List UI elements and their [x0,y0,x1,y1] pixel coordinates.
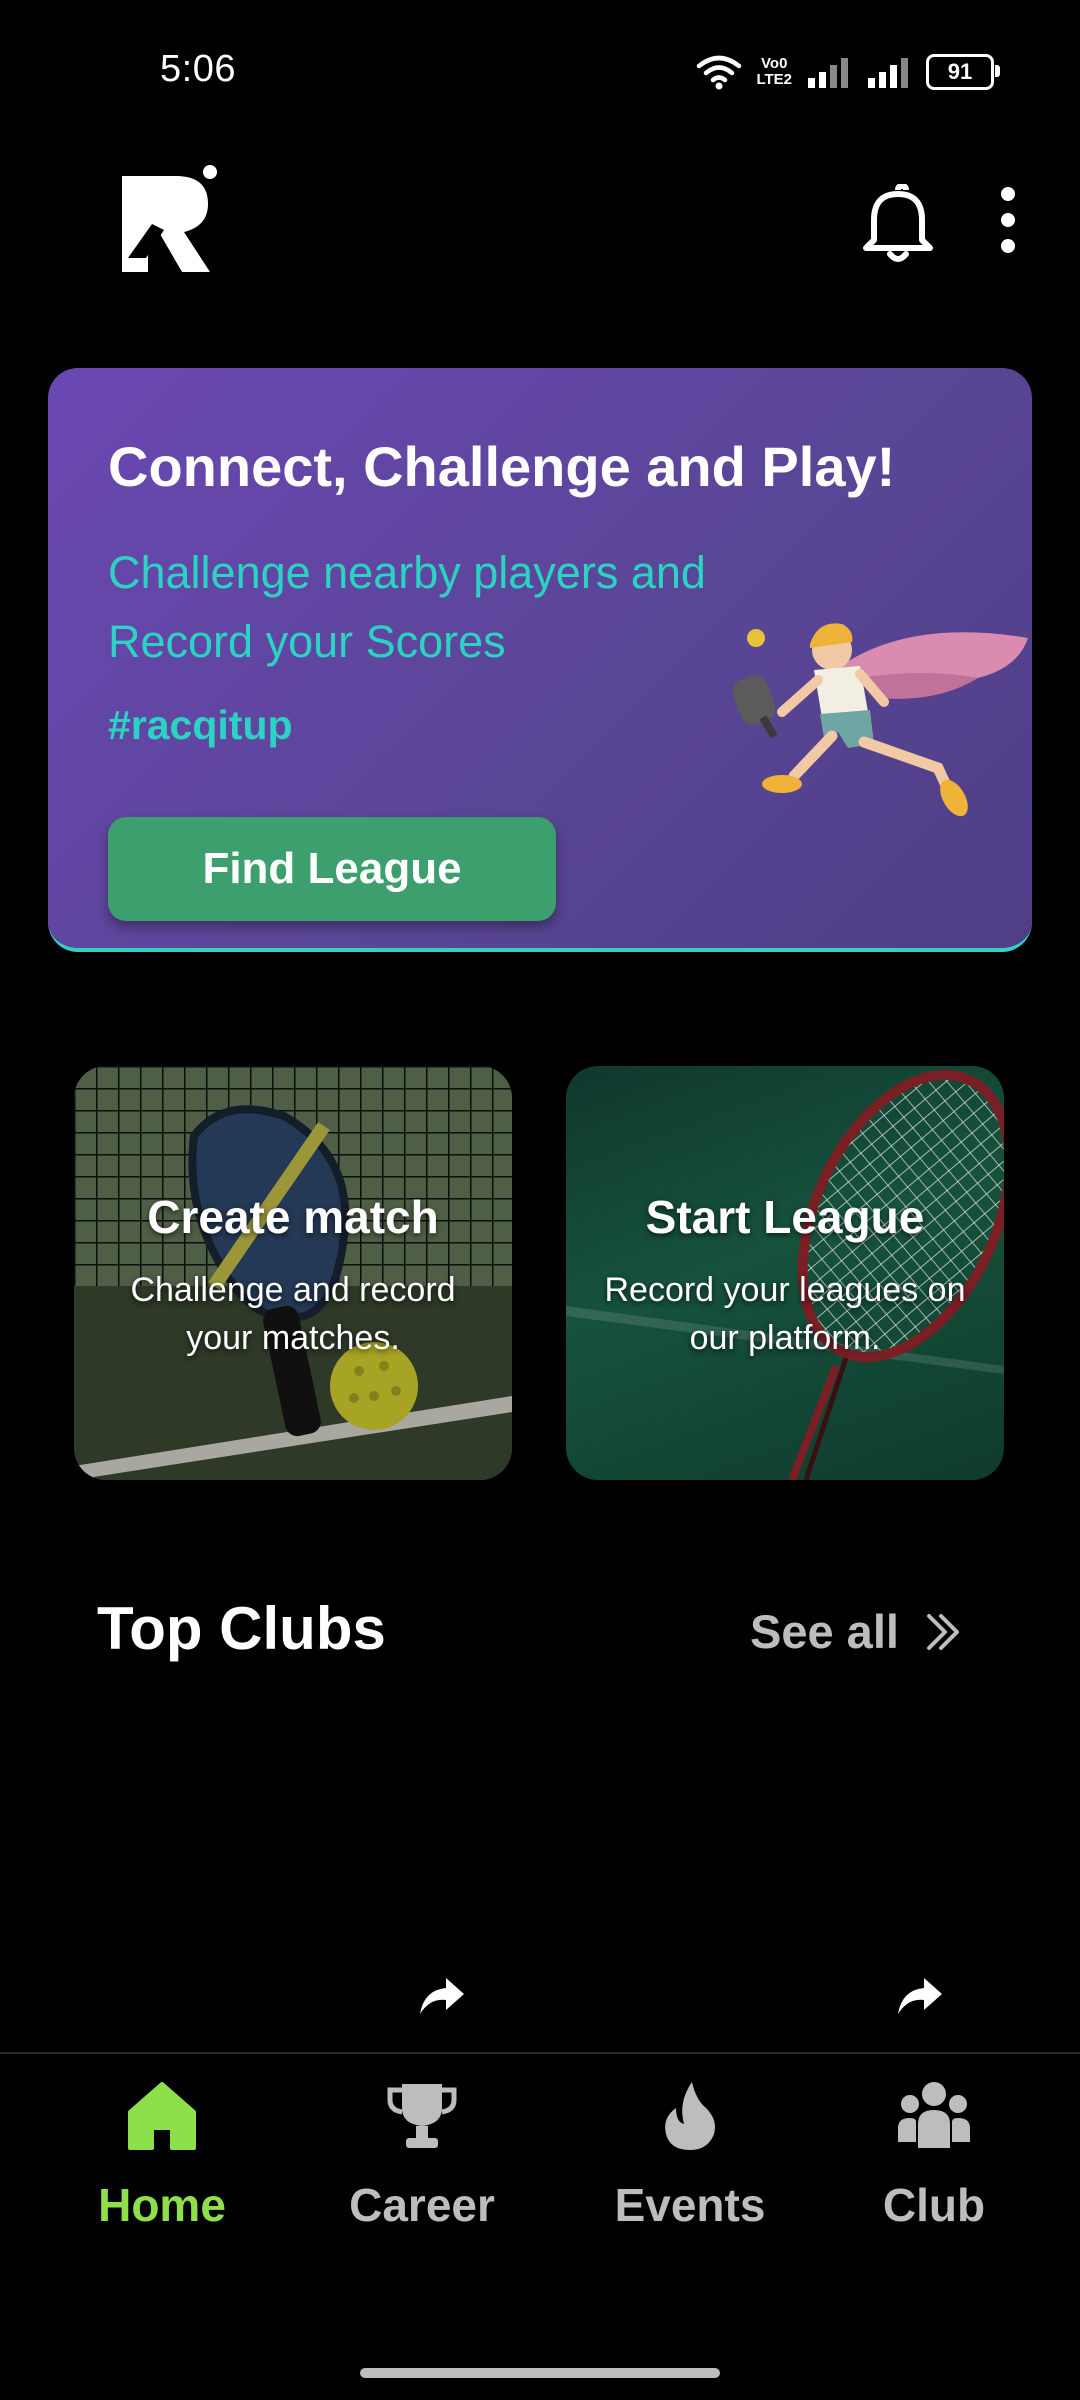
hero-title: Connect, Challenge and Play! [108,435,896,498]
find-league-button[interactable]: Find League [108,817,556,921]
trophy-icon [387,2084,457,2148]
hero-subtitle: Challenge nearby players and Record your… [108,547,706,667]
wifi-icon [697,55,742,90]
start-league-description: Record your leagues on our platform. [604,1271,966,1357]
see-all-label: See all [750,1605,899,1658]
nav-club-label: Club [882,2179,986,2231]
group-icon [898,2082,970,2148]
bottom-navigation: Home Career Events Club [0,2052,1080,2304]
nav-club[interactable]: Club [834,2078,1034,2232]
double-chevron-right-icon [926,1613,959,1650]
network-type-label: Vo0 LTE2 [756,55,792,88]
flying-player-illustration [732,623,1028,817]
home-indicator[interactable] [360,2368,720,2378]
bell-icon[interactable] [862,184,934,264]
status-icons: Vo0 LTE2 91 [696,50,1000,94]
create-match-title: Create match [147,1191,439,1243]
status-time: 5:06 [160,48,236,90]
create-match-card[interactable]: Create match Challenge and record your m… [74,1066,512,1480]
status-bar: 5:06 Vo0 LTE2 91 [0,0,1080,140]
home-icon [128,2082,196,2150]
start-league-card[interactable]: Start League Record your leagues on our … [566,1066,1004,1480]
hero-hashtag: #racqitup [108,702,293,748]
nav-career-label: Career [349,2179,495,2231]
nav-events[interactable]: Events [590,2078,790,2232]
top-clubs-title: Top Clubs [97,1595,386,1662]
hero-banner: Connect, Challenge and Play! Challenge n… [48,368,1032,952]
racq-logo-icon[interactable] [118,164,218,274]
signal-icon [808,58,848,88]
share-icon[interactable] [418,1974,466,2018]
nav-home-label: Home [98,2179,226,2231]
more-vertical-icon[interactable] [990,186,1026,256]
signal-icon-2 [868,58,908,88]
battery-indicator: 91 [926,54,1000,90]
share-icon-2[interactable] [896,1974,944,2018]
nav-home[interactable]: Home [62,2078,262,2232]
nav-career[interactable]: Career [322,2078,522,2232]
flame-icon [665,2082,715,2150]
see-all-link[interactable]: See all [750,1604,963,1659]
create-match-description: Challenge and record your matches. [130,1271,456,1357]
start-league-title: Start League [645,1191,925,1243]
nav-events-label: Events [614,2179,766,2231]
